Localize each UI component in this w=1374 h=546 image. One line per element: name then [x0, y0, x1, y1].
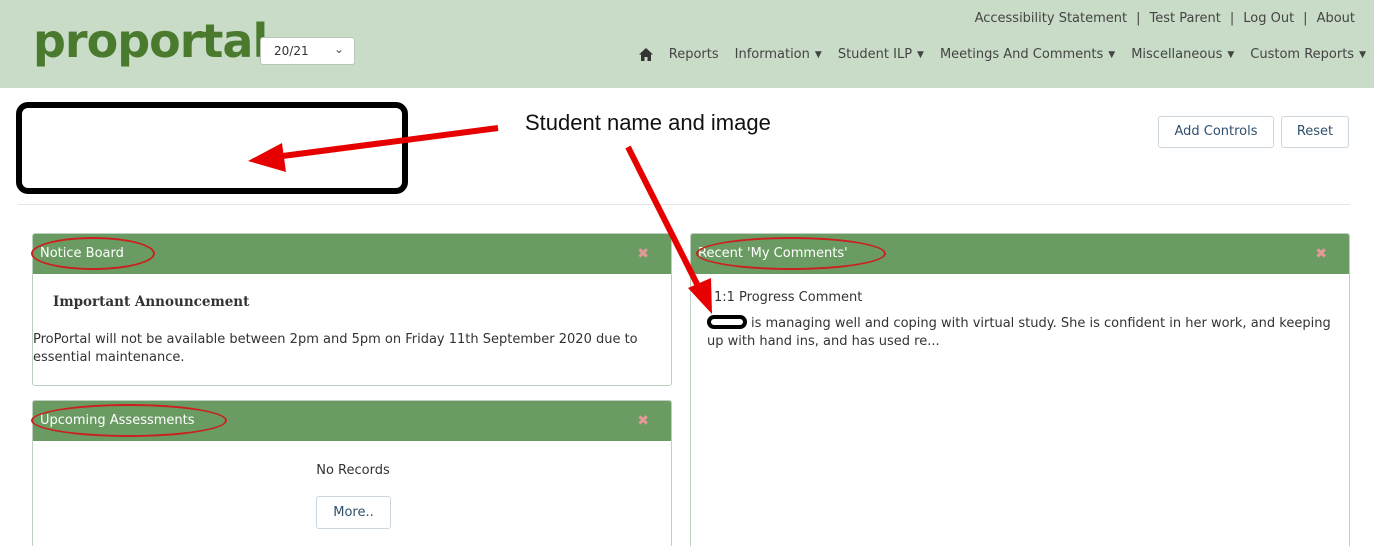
- comment-text: is managing well and coping with virtual…: [707, 316, 1331, 349]
- comment-item-title[interactable]: 1:1 Progress Comment: [714, 290, 862, 305]
- separator: |: [1229, 11, 1235, 26]
- divider: [18, 204, 1350, 205]
- annotation-circle: [31, 237, 155, 270]
- annotation-circle: [696, 237, 886, 270]
- no-records-text: No Records: [316, 463, 390, 478]
- logo-text: proportal: [33, 14, 268, 68]
- nav-reports-label: Reports: [668, 47, 719, 62]
- student-name-redacted: [707, 315, 747, 329]
- more-button[interactable]: More..: [316, 496, 391, 529]
- nav-home[interactable]: [638, 48, 653, 61]
- comment-item-body: is managing well and coping with virtual…: [707, 315, 1337, 351]
- nav-information-label: Information: [734, 47, 810, 62]
- chevron-down-icon: ⌄: [333, 42, 344, 56]
- nav-miscellaneous[interactable]: Miscellaneous ▼: [1131, 47, 1234, 62]
- link-log-out[interactable]: Log Out: [1243, 11, 1294, 26]
- close-icon[interactable]: ✖: [637, 234, 649, 274]
- student-name-and-image-redacted: [16, 102, 408, 194]
- nav-reports[interactable]: Reports: [669, 47, 719, 62]
- top-links: Accessibility Statement | Test Parent | Log …: [975, 11, 1355, 26]
- app-header: proportal 20/21 ⌄ Accessibility Statemen…: [0, 0, 1374, 88]
- nav-meetings-and-comments[interactable]: Meetings And Comments ▼: [940, 47, 1115, 62]
- main-nav: Reports Information ▼ Student ILP ▼ Meetin…: [623, 47, 1366, 62]
- announcement-body: ProPortal will not be available between …: [33, 332, 638, 365]
- link-about[interactable]: About: [1317, 11, 1355, 26]
- annotation-label: Student name and image: [525, 110, 771, 135]
- separator: |: [1303, 11, 1308, 26]
- nav-miscellaneous-label: Miscellaneous: [1131, 47, 1223, 62]
- proportal-logo[interactable]: proportal: [33, 18, 268, 64]
- close-icon[interactable]: ✖: [1315, 234, 1327, 274]
- nav-custom-reports[interactable]: Custom Reports ▼: [1250, 47, 1366, 62]
- academic-year-select[interactable]: 20/21 ⌄: [260, 37, 355, 65]
- caret-down-icon: ▼: [1108, 49, 1116, 60]
- nav-student-ilp[interactable]: Student ILP ▼: [838, 47, 924, 62]
- caret-down-icon: ▼: [814, 49, 822, 60]
- nav-meetings-label: Meetings And Comments: [939, 47, 1104, 62]
- nav-information[interactable]: Information ▼: [735, 47, 822, 62]
- annotation-circle: [31, 404, 227, 437]
- close-icon[interactable]: ✖: [637, 401, 649, 441]
- separator: |: [1136, 11, 1141, 26]
- link-accessibility-statement[interactable]: Accessibility Statement: [975, 11, 1128, 26]
- caret-down-icon: ▼: [1227, 49, 1235, 60]
- nav-custom-reports-label: Custom Reports: [1250, 47, 1355, 62]
- recent-comments-panel: Recent 'My Comments' ✖ 1:1 Progress Comm…: [690, 233, 1350, 546]
- announcement-heading: Important Announcement: [53, 294, 250, 310]
- caret-down-icon: ▼: [1359, 49, 1366, 60]
- link-test-parent[interactable]: Test Parent: [1150, 11, 1221, 26]
- add-controls-button[interactable]: Add Controls: [1158, 116, 1274, 148]
- nav-student-ilp-label: Student ILP: [837, 47, 913, 62]
- home-icon: [638, 48, 653, 61]
- reset-button[interactable]: Reset: [1281, 116, 1349, 148]
- caret-down-icon: ▼: [917, 49, 924, 60]
- year-select-value: 20/21: [274, 44, 309, 58]
